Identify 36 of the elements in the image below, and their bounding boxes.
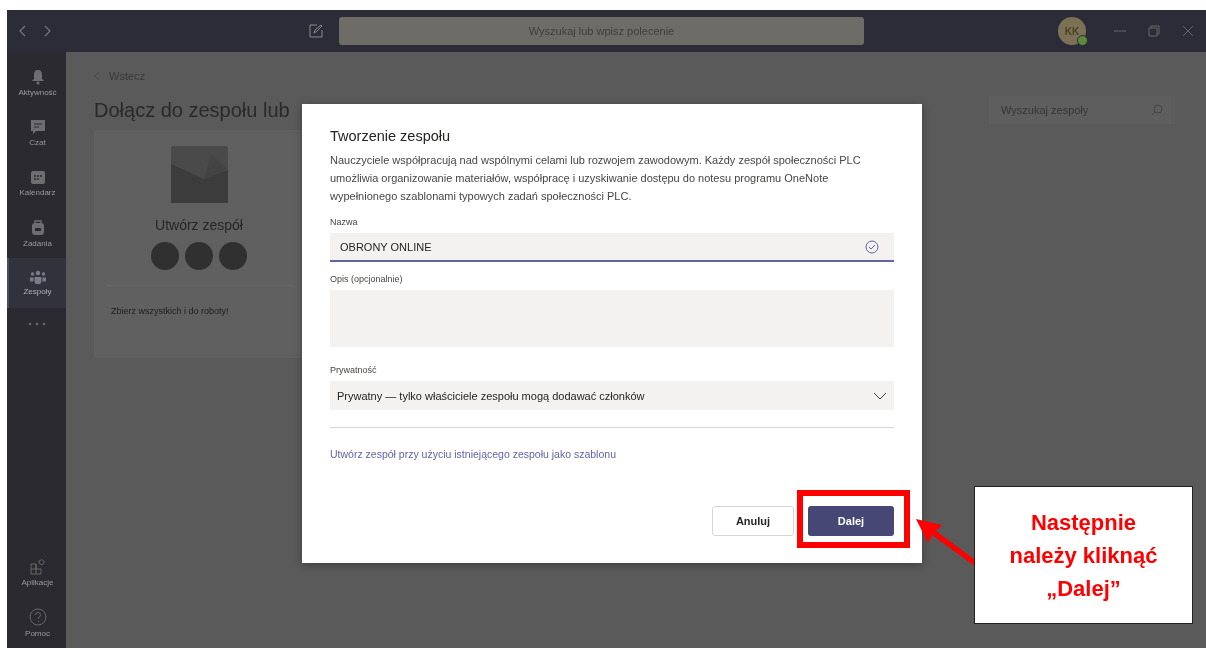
presence-icon	[1077, 35, 1088, 46]
close-icon[interactable]	[1182, 25, 1194, 37]
field-label: Nazwa	[330, 217, 359, 227]
help-icon	[28, 608, 47, 626]
field-label: Prywatność	[330, 365, 378, 375]
next-button[interactable]: Dalej	[808, 506, 894, 536]
restore-icon[interactable]	[1148, 25, 1160, 37]
dialog-description: Nauczyciele współpracują nad wspólnymi celami lub rozwojem zawodowym. Każdy zespół społeczności PLC umożliwia organizowanie materiałów, współpracę i uzyskiwanie dostępu do notesu programu OneNote wypełnionego szablonami typowych zadań społeczności PLC.	[330, 153, 862, 204]
apps-icon	[29, 559, 46, 575]
name-field[interactable]: OBRONY ONLINE	[330, 233, 894, 262]
dialog-title: Tworzenie zespołu	[330, 128, 452, 144]
more-options-icon[interactable]	[27, 322, 46, 326]
sidebar-item[interactable]: Zadania	[7, 208, 66, 258]
sidebar-item[interactable]: Zespoły	[7, 258, 66, 308]
search-icon	[1151, 104, 1163, 116]
backpack-icon	[30, 218, 45, 236]
sidebar-item[interactable]: Aplikacje	[7, 548, 66, 598]
chevron-down-icon	[873, 391, 887, 400]
annotation-callout: Następnie należy kliknąć „Dalej”	[974, 486, 1193, 624]
sidebar-item[interactable]: Kalendarz	[7, 158, 66, 208]
cancel-button[interactable]: Anuluj	[712, 506, 794, 536]
image-placeholder-icon	[170, 146, 228, 203]
privacy-dropdown[interactable]: Prywatny — tylko właściciele zespołu mogą dodawać członków	[330, 381, 894, 410]
calendar-icon	[29, 169, 46, 185]
compose-icon[interactable]	[309, 24, 323, 38]
sidebar-item[interactable]: Pomoc	[7, 598, 66, 648]
sidebar-item[interactable]: Aktywność	[7, 58, 66, 108]
card-title: Utwórz zespół	[155, 217, 243, 233]
template-link[interactable]: Utwórz zespół przy użyciu istniejącego zespołu jako szablonu	[330, 448, 894, 460]
people-silhouettes-icon	[151, 241, 247, 271]
sidebar-item[interactable]: Czat	[7, 108, 66, 158]
chat-icon	[29, 119, 46, 135]
people-icon	[28, 270, 47, 284]
check-circle-icon	[865, 239, 879, 254]
field-label: Opis (opcjonalnie)	[330, 274, 404, 284]
bell-icon	[30, 69, 45, 85]
